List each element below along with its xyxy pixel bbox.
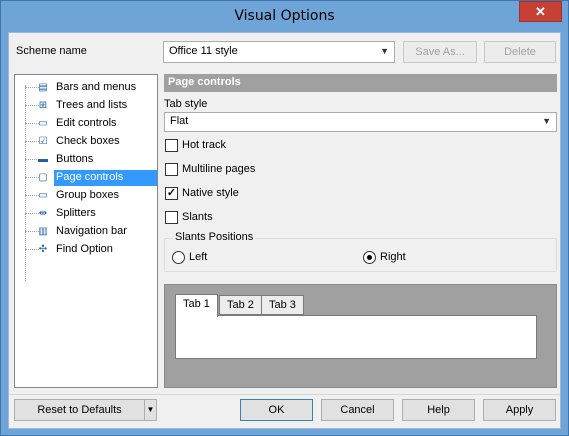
checkbox-box[interactable] xyxy=(165,211,178,224)
footer-divider xyxy=(9,394,560,395)
tab-preview-area: Tab 1 Tab 2 Tab 3 xyxy=(164,284,557,388)
tree-item-label: Splitters xyxy=(56,207,96,219)
tree-item-label: Find Option xyxy=(56,243,113,255)
tree-item-group-boxes[interactable]: ▭ Group boxes xyxy=(15,187,157,205)
slants-positions-group xyxy=(164,238,557,272)
checkbox-icon: ☑ xyxy=(38,136,48,147)
help-button[interactable]: Help xyxy=(402,399,475,421)
preview-tab-1[interactable]: Tab 1 xyxy=(175,294,218,317)
page-controls-panel: Page controls Tab style Flat ▼ Hot track… xyxy=(164,74,557,388)
tree-item-navigation-bar[interactable]: ▥ Navigation bar xyxy=(15,223,157,241)
tree-item-label: Bars and menus xyxy=(56,81,137,93)
find-option-icon: ✣ xyxy=(38,244,48,255)
tree-item-label: Group boxes xyxy=(56,189,119,201)
chevron-down-icon: ▼ xyxy=(542,116,551,126)
title-bar[interactable]: Visual Options ✕ xyxy=(1,1,568,32)
edit-control-icon: ▭ xyxy=(38,118,48,129)
tab-style-label: Tab style xyxy=(164,98,208,110)
tree-item-find-option[interactable]: ✣ Find Option xyxy=(15,241,157,259)
checkbox-box[interactable] xyxy=(165,139,178,152)
tab-style-value: Flat xyxy=(170,115,189,127)
panel-header: Page controls xyxy=(164,74,557,92)
scheme-name-label: Scheme name xyxy=(16,45,87,57)
slant-right-label: Right xyxy=(380,251,406,263)
tree-item-check-boxes[interactable]: ☑ Check boxes xyxy=(15,133,157,151)
chevron-down-icon: ▼ xyxy=(380,46,389,56)
scheme-name-value: Office 11 style xyxy=(169,45,238,57)
checkbox-box[interactable]: ✓ xyxy=(165,187,178,200)
tree-item-edit-controls[interactable]: ▭ Edit controls xyxy=(15,115,157,133)
tree-item-label: Page controls xyxy=(54,170,157,186)
page-control-icon: ▢ xyxy=(38,172,48,183)
tree-item-label: Edit controls xyxy=(56,117,117,129)
tree-item-buttons[interactable]: ▬ Buttons xyxy=(15,151,157,169)
native-style-label: Native style xyxy=(182,187,239,199)
save-as-button[interactable]: Save As... xyxy=(403,41,477,63)
splitter-icon: ⇹ xyxy=(38,208,48,219)
checkbox-box[interactable] xyxy=(165,163,178,176)
reset-to-defaults-button[interactable]: Reset to Defaults xyxy=(14,399,145,421)
radio-circle[interactable] xyxy=(172,251,185,264)
chevron-down-icon: ▼ xyxy=(146,405,155,414)
tree-item-splitters[interactable]: ⇹ Splitters xyxy=(15,205,157,223)
reset-dropdown-button[interactable]: ▼ xyxy=(144,399,157,421)
slants-positions-title: Slants Positions xyxy=(173,231,256,243)
preview-tab-3[interactable]: Tab 3 xyxy=(261,295,304,315)
tree-item-label: Navigation bar xyxy=(56,225,127,237)
tab-style-select[interactable]: Flat ▼ xyxy=(164,112,557,132)
close-icon: ✕ xyxy=(535,4,546,19)
visual-options-window: Visual Options ✕ Scheme name Office 11 s… xyxy=(0,0,569,436)
window-title: Visual Options xyxy=(234,8,335,24)
scheme-name-select[interactable]: Office 11 style ▼ xyxy=(163,41,395,63)
tree-item-bars-and-menus[interactable]: ▤ Bars and menus xyxy=(15,79,157,97)
preview-tab-2[interactable]: Tab 2 xyxy=(219,295,262,315)
bars-menus-icon: ▤ xyxy=(38,82,48,93)
button-icon: ▬ xyxy=(38,154,48,165)
multiline-pages-label: Multiline pages xyxy=(182,163,256,175)
slants-label: Slants xyxy=(182,211,213,223)
options-tree[interactable]: ▤ Bars and menus ⊞ Trees and lists ▭ Edit con… xyxy=(14,74,158,388)
radio-circle[interactable] xyxy=(363,251,376,264)
ok-button[interactable]: OK xyxy=(240,399,313,421)
tree-list-icon: ⊞ xyxy=(38,100,48,111)
preview-tab-page xyxy=(175,315,537,359)
tree-item-label: Check boxes xyxy=(56,135,120,147)
dialog-client: Scheme name Office 11 style ▼ Save As...… xyxy=(8,32,561,429)
tree-item-trees-and-lists[interactable]: ⊞ Trees and lists xyxy=(15,97,157,115)
tree-item-label: Trees and lists xyxy=(56,99,128,111)
hot-track-label: Hot track xyxy=(182,139,227,151)
close-button[interactable]: ✕ xyxy=(519,1,562,22)
tree-item-label: Buttons xyxy=(56,153,94,165)
group-box-icon: ▭ xyxy=(38,190,48,201)
navigation-bar-icon: ▥ xyxy=(38,226,48,237)
tree-item-page-controls[interactable]: ▢ Page controls xyxy=(15,169,157,187)
slant-left-label: Left xyxy=(189,251,208,263)
delete-button[interactable]: Delete xyxy=(484,41,556,63)
apply-button[interactable]: Apply xyxy=(483,399,556,421)
cancel-button[interactable]: Cancel xyxy=(321,399,394,421)
